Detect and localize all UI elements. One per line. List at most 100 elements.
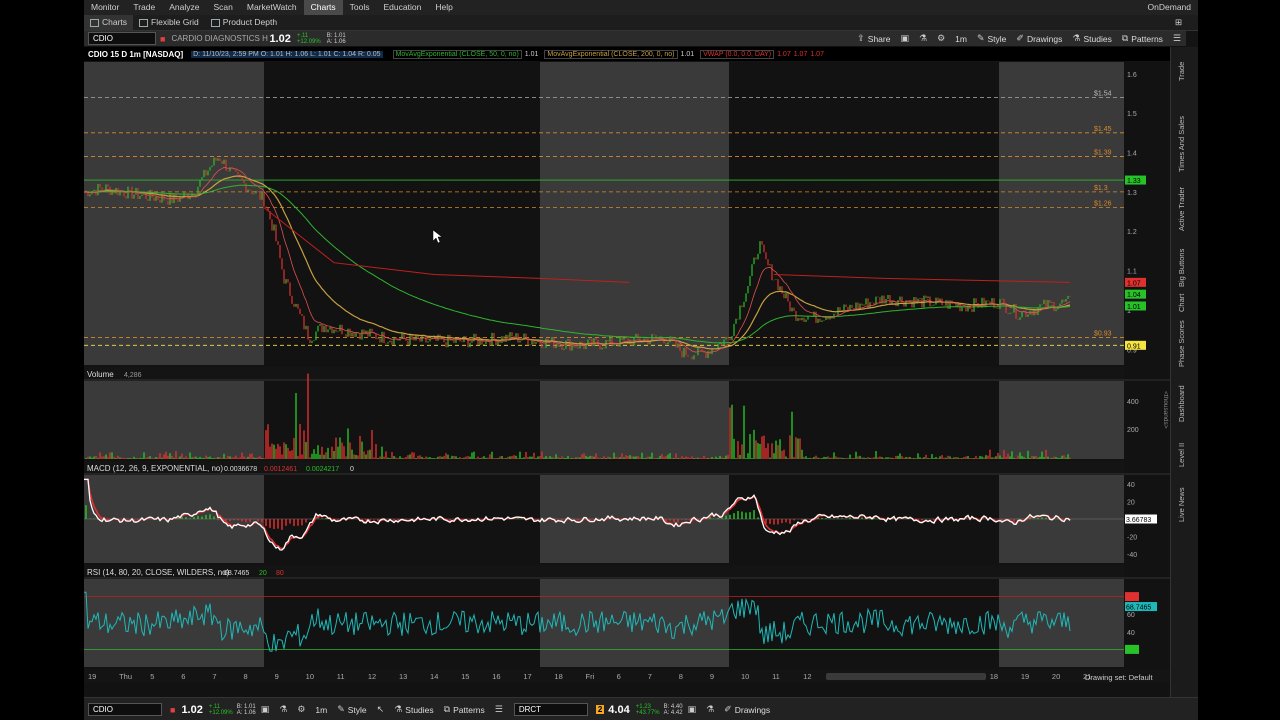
bottom-link-icon-1[interactable]: ■ bbox=[170, 705, 175, 715]
bottom-flask-button-2[interactable]: ⚗ bbox=[701, 702, 719, 717]
subtab-product-depth[interactable]: Product Depth bbox=[205, 15, 283, 30]
price-tick: 1.4 bbox=[1127, 151, 1137, 158]
chart-title: CDIO 15 D 1m [NASDAQ] bbox=[88, 49, 184, 59]
subtab-label: Charts bbox=[102, 17, 128, 27]
menu-item-help[interactable]: Help bbox=[428, 0, 459, 15]
x-axis-label: 11 bbox=[772, 672, 780, 681]
link-icon[interactable]: ■ bbox=[160, 34, 165, 44]
bottom-link-badge-2[interactable]: 2 bbox=[595, 705, 605, 714]
vwap-label: VWAP (0.0, 0.0, DAY) bbox=[700, 49, 775, 59]
menu-item-trade[interactable]: Trade bbox=[126, 0, 162, 15]
bottom-studies-button[interactable]: ⚗ Studies bbox=[389, 702, 438, 717]
share-button[interactable]: ⇪ Share bbox=[852, 31, 895, 46]
right-tab-phase-scores[interactable]: Phase Scores bbox=[1177, 320, 1186, 367]
drawing-set-label: Drawing set: Default bbox=[1085, 673, 1153, 682]
menu-item-charts[interactable]: Charts bbox=[303, 0, 343, 15]
settings-button[interactable]: ⚙ bbox=[932, 31, 950, 46]
x-axis-label: 13 bbox=[399, 672, 407, 681]
panel-header-bg bbox=[84, 367, 1124, 380]
right-tab-dashboard[interactable]: Dashboard bbox=[1177, 385, 1186, 422]
bottom-style-button[interactable]: ✎ Style bbox=[332, 702, 371, 717]
x-axis-label: 18 bbox=[990, 672, 998, 681]
chart-scrollbar[interactable] bbox=[826, 673, 986, 680]
menu-item-education[interactable]: Education bbox=[377, 0, 429, 15]
right-tab-level-ii[interactable]: Level II bbox=[1177, 443, 1186, 467]
subtab-charts[interactable]: Charts bbox=[84, 15, 134, 30]
right-tab-active-trader[interactable]: Active Trader bbox=[1177, 187, 1186, 231]
session-shade bbox=[540, 381, 729, 459]
x-axis-label: 9 bbox=[275, 672, 279, 681]
cursor-icon: ↖ bbox=[376, 704, 385, 714]
right-tab-times-and-sales[interactable]: Times And Sales bbox=[1177, 116, 1186, 172]
bottom-settings-button[interactable]: ⚙ bbox=[292, 702, 310, 717]
bottom-timeframe-button[interactable]: 1m bbox=[310, 702, 332, 717]
right-tab-trade[interactable]: Trade bbox=[1177, 62, 1186, 81]
patterns-button[interactable]: ⧉ Patterns bbox=[1117, 31, 1168, 46]
macd-current: 3.66783 bbox=[1126, 517, 1151, 524]
brush-icon: ✎ bbox=[337, 704, 345, 714]
vwap-value-1: 1.07 bbox=[777, 50, 791, 58]
menu-item-analyze[interactable]: Analyze bbox=[162, 0, 206, 15]
bottom-symbol-input-1[interactable]: CDIO bbox=[88, 703, 162, 716]
bottom-symbol-input-2[interactable]: DRCT bbox=[513, 703, 588, 716]
menu-item-scan[interactable]: Scan bbox=[206, 0, 239, 15]
snapshot-button[interactable]: ▣ bbox=[895, 31, 914, 46]
price-tick: 1.5 bbox=[1127, 111, 1137, 118]
grid-icon bbox=[139, 18, 149, 27]
menu-item-marketwatch[interactable]: MarketWatch bbox=[240, 0, 304, 15]
gear-icon: ⚙ bbox=[937, 33, 946, 43]
x-axis-label: 12 bbox=[803, 672, 811, 681]
beaker-icon: ⚗ bbox=[394, 704, 403, 714]
bottom-snapshot-button[interactable]: ▣ bbox=[256, 702, 275, 717]
bottom-pct-1: +12.09% bbox=[208, 709, 233, 716]
x-axis-label: 9 bbox=[710, 672, 714, 681]
bottom-flask-button[interactable]: ⚗ bbox=[274, 702, 292, 717]
macd-diff: 0.0024217 bbox=[306, 466, 339, 473]
session-shade bbox=[84, 579, 264, 667]
right-tab-chart[interactable]: Chart bbox=[1177, 294, 1186, 312]
x-axis-label: 12 bbox=[368, 672, 376, 681]
symbol-input[interactable]: CDIO bbox=[88, 32, 156, 45]
bottom-menu-button[interactable]: ☰ bbox=[490, 702, 508, 717]
x-axis-label: 7 bbox=[648, 672, 652, 681]
price-change-pct: +12.09% bbox=[296, 38, 321, 45]
menu-item-tools[interactable]: Tools bbox=[343, 0, 377, 15]
volume-tick: 200 bbox=[1127, 427, 1139, 434]
right-tab-big-buttons[interactable]: Big Buttons bbox=[1177, 249, 1186, 287]
price-level-label: $1.26 bbox=[1094, 201, 1112, 208]
timeframe-button[interactable]: 1m bbox=[950, 31, 972, 46]
bottom-ask-2: A: 4.42 bbox=[663, 709, 683, 716]
studies-button[interactable]: ⚗ Studies bbox=[1067, 31, 1116, 46]
chart-icon bbox=[90, 18, 99, 27]
macd-tick: 40 bbox=[1127, 482, 1135, 489]
price-flag: 1.33 bbox=[1127, 178, 1141, 185]
x-axis-label: Thu bbox=[119, 672, 132, 681]
bottom-patterns-button[interactable]: ⧉ Patterns bbox=[439, 702, 490, 717]
patterns-icon: ⧉ bbox=[1121, 33, 1129, 43]
menu-button[interactable]: ☰ bbox=[1168, 31, 1186, 46]
flask-button[interactable]: ⚗ bbox=[914, 31, 932, 46]
rsi-tick: 60 bbox=[1127, 612, 1135, 619]
x-axis-label: 10 bbox=[306, 672, 314, 681]
bottom-drawings-button-2[interactable]: ✐ Drawings bbox=[719, 702, 775, 717]
x-axis-label: 19 bbox=[88, 672, 96, 681]
subtab-flexible-grid[interactable]: Flexible Grid bbox=[133, 15, 205, 30]
chart-area[interactable]: $1.54 $1.45 $1.39 $1.3 $1.26 $0.93 1.6 1.5 1.4 1.… bbox=[84, 62, 1170, 697]
pencil-icon: ✐ bbox=[1016, 33, 1024, 43]
style-button[interactable]: ✎ Style bbox=[972, 31, 1011, 46]
pencil-icon: ✐ bbox=[724, 704, 732, 714]
bottom-snapshot-button-2[interactable]: ▣ bbox=[683, 702, 702, 717]
drawings-button[interactable]: ✐ Drawings bbox=[1011, 31, 1067, 46]
volume-value: 4,286 bbox=[124, 372, 142, 379]
bottom-pct-2: +43.77% bbox=[635, 709, 660, 716]
x-axis-label: 8 bbox=[243, 672, 247, 681]
layout-grid-icon[interactable]: ⊞ bbox=[1169, 15, 1188, 30]
ondemand-button[interactable]: OnDemand bbox=[1141, 0, 1198, 15]
menu-item-monitor[interactable]: Monitor bbox=[84, 0, 126, 15]
right-tab-live-news[interactable]: Live News bbox=[1177, 487, 1186, 522]
vwap-value-3: 1.07 bbox=[810, 50, 824, 58]
macd-zero: 0 bbox=[350, 466, 354, 473]
bottom-cursor-button[interactable]: ↖ bbox=[372, 702, 390, 717]
price-tick: 1.6 bbox=[1127, 72, 1137, 79]
chart-toolbar: CDIO ■ CARDIO DIAGNOSTICS H 1.02 +.11 +1… bbox=[84, 31, 1186, 47]
